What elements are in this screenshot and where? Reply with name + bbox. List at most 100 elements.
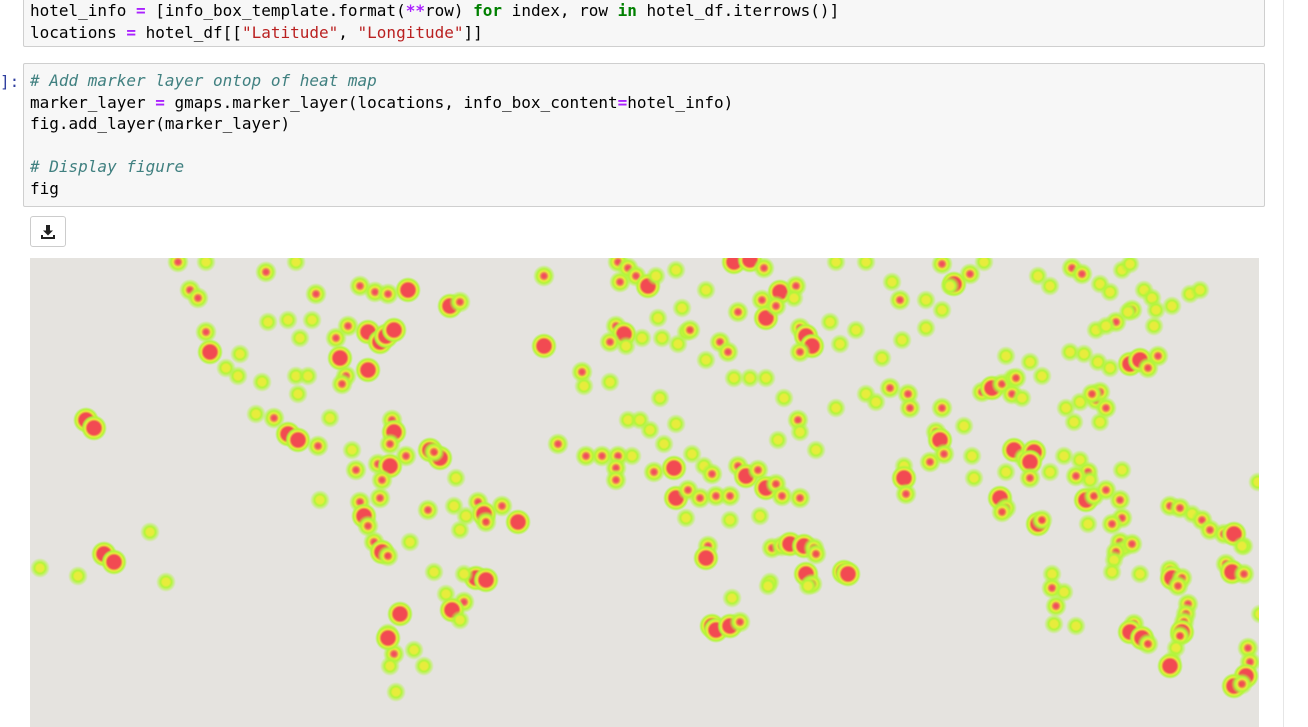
heat-point <box>531 333 557 359</box>
heat-point <box>790 422 810 442</box>
heat-point <box>30 558 50 578</box>
heat-point <box>450 520 470 540</box>
heat-point <box>81 415 107 441</box>
heat-point <box>298 366 318 386</box>
heat-point <box>789 487 811 509</box>
heat-point <box>305 283 327 305</box>
heat-point <box>806 440 826 460</box>
heat-point <box>258 312 278 332</box>
heat-point <box>187 287 209 309</box>
heat-point <box>424 562 444 582</box>
heatmap[interactable] <box>30 258 1259 727</box>
heat-point <box>1130 564 1150 584</box>
heat-point <box>964 468 984 488</box>
heat-point <box>666 260 686 280</box>
heat-point <box>931 397 953 419</box>
heat-point <box>377 545 399 567</box>
heat-point <box>846 320 866 340</box>
heat-point <box>798 576 818 596</box>
code-cell-2[interactable]: # Add marker layer ontop of heat map mar… <box>23 63 1265 207</box>
heat-point <box>1071 263 1093 285</box>
heat-point <box>722 588 742 608</box>
heat-point <box>101 549 127 575</box>
heat-point <box>609 271 631 293</box>
heat-point <box>805 543 827 565</box>
heat-point <box>1100 282 1120 302</box>
heat-point <box>750 506 770 526</box>
heat-point <box>307 435 329 457</box>
heat-point <box>1031 509 1053 531</box>
heat-point <box>505 509 531 535</box>
heat-point <box>916 318 936 338</box>
heat-point <box>1100 358 1120 378</box>
heat-point <box>899 397 921 419</box>
code-cell-2-source[interactable]: # Add marker layer ontop of heat map mar… <box>24 64 1264 199</box>
heat-point <box>290 328 310 348</box>
heat-point <box>156 572 176 592</box>
heat-point <box>1162 296 1182 316</box>
heat-point <box>450 610 470 630</box>
heat-point <box>1090 412 1110 432</box>
heat-point <box>919 451 941 473</box>
heat-point <box>381 317 407 343</box>
heat-point <box>882 272 902 292</box>
heat-point <box>1121 533 1143 555</box>
heat-point <box>345 459 367 481</box>
heat-point <box>1248 472 1259 492</box>
heat-point <box>375 625 401 651</box>
heat-point <box>954 416 974 436</box>
heat-point <box>632 328 652 348</box>
heat-point <box>696 350 716 370</box>
heat-point <box>574 376 594 396</box>
heat-point <box>1040 462 1060 482</box>
heat-point <box>1190 280 1210 300</box>
heat-point <box>784 288 804 308</box>
heat-point <box>285 427 311 453</box>
heat-point <box>1064 412 1084 432</box>
code-cell-1[interactable]: hotel_info = [info_box_template.format(*… <box>23 0 1265 47</box>
code-cell-1-source[interactable]: hotel_info = [info_box_template.format(*… <box>24 0 1264 43</box>
heat-point <box>1044 614 1064 634</box>
heat-point <box>320 408 340 428</box>
heat-point <box>417 499 439 521</box>
heat-point <box>246 404 266 424</box>
heat-point <box>826 398 846 418</box>
heat-point <box>1096 316 1116 336</box>
heat-point <box>310 490 330 510</box>
heatmap-layer[interactable] <box>30 258 1259 727</box>
heat-point <box>996 462 1016 482</box>
heat-point <box>446 468 466 488</box>
heat-point <box>600 372 620 392</box>
heat-point <box>547 433 569 455</box>
heat-point <box>605 469 627 491</box>
heat-point <box>654 434 674 454</box>
heat-point <box>342 440 362 460</box>
heat-point <box>753 258 775 279</box>
heat-point <box>255 261 277 283</box>
heat-point <box>1144 316 1164 336</box>
heat-point <box>1040 276 1060 296</box>
heat-point <box>856 258 876 272</box>
download-button[interactable] <box>30 216 66 247</box>
cell-prompt: ]: <box>0 72 20 91</box>
heat-point <box>1231 673 1253 695</box>
heat-point <box>1102 562 1122 582</box>
heat-point <box>729 611 751 633</box>
heat-point <box>820 312 840 332</box>
heat-point <box>395 277 421 303</box>
heat-point <box>252 372 272 392</box>
heat-point <box>196 258 216 272</box>
heat-point <box>387 601 413 627</box>
heat-point <box>676 508 696 528</box>
scrollbar-track[interactable] <box>1283 0 1284 727</box>
heat-point <box>765 295 787 317</box>
heat-point <box>473 567 499 593</box>
heat-point <box>331 373 353 395</box>
heat-point <box>693 545 719 571</box>
heat-point <box>756 368 776 388</box>
heat-point <box>533 265 555 287</box>
heat-point <box>1005 367 1027 389</box>
heat-point <box>774 388 794 408</box>
heat-point <box>1078 514 1098 534</box>
heat-point <box>889 289 911 311</box>
